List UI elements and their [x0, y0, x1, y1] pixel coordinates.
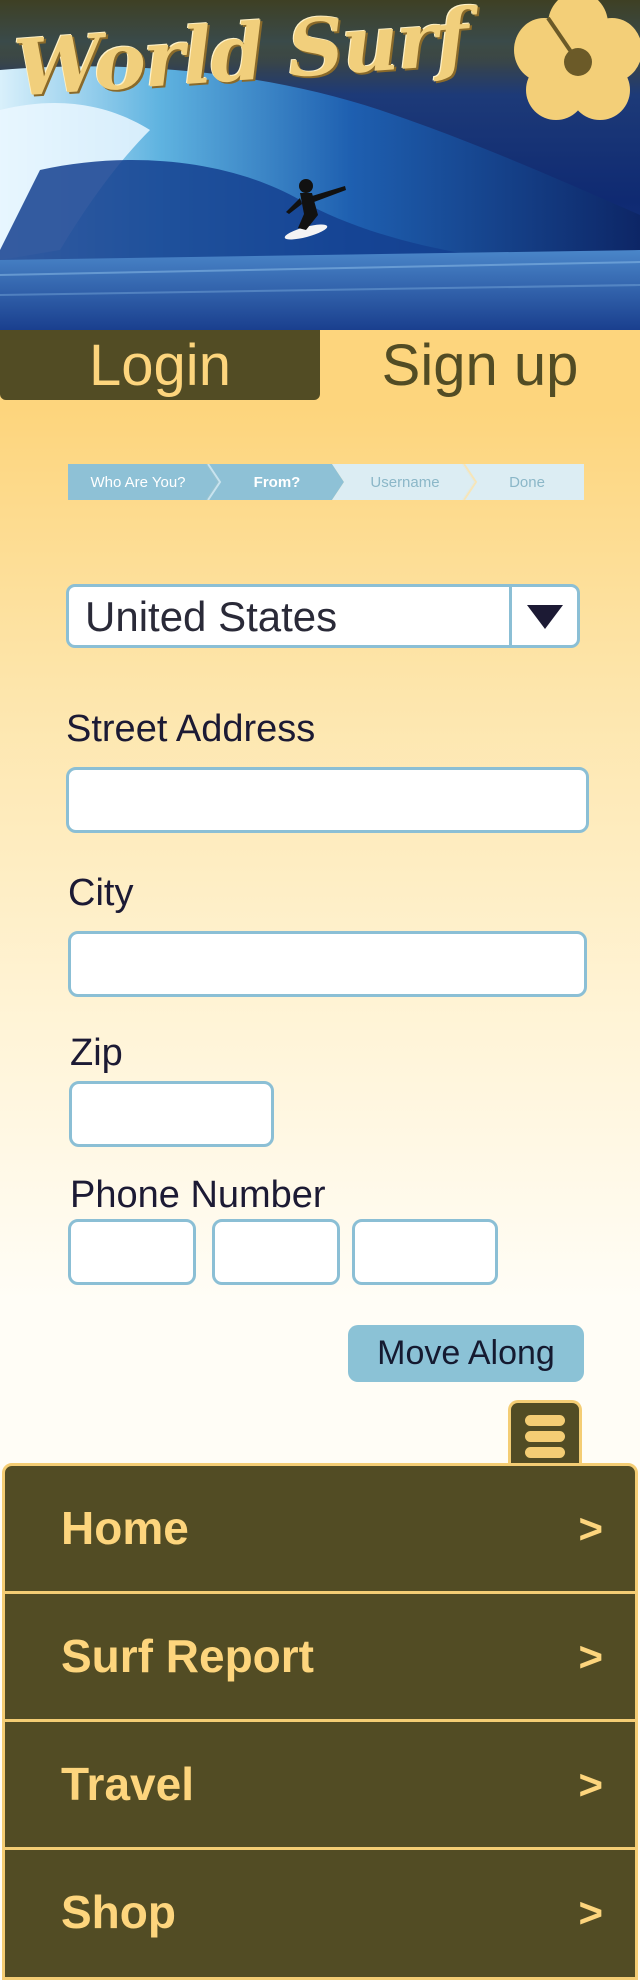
chevron-right-icon: > [578, 1633, 603, 1680]
triangle-down-icon[interactable] [527, 605, 563, 629]
tab-login[interactable]: Login [0, 330, 320, 400]
phone-area-code-input[interactable] [68, 1219, 196, 1285]
select-divider [509, 587, 512, 645]
tab-signup[interactable]: Sign up [320, 330, 640, 400]
step-done: Done [509, 473, 545, 491]
hibiscus-icon [514, 0, 640, 120]
city-input[interactable] [68, 931, 587, 997]
nav-item-label: Shop [61, 1886, 176, 1938]
chevron-right-icon: > [578, 1505, 603, 1552]
main-nav: Home > Surf Report > Travel > Shop > [2, 1463, 638, 1980]
hamburger-bar [525, 1431, 565, 1442]
street-address-label: Street Address [66, 708, 316, 750]
nav-item-travel[interactable]: Travel > [5, 1722, 635, 1847]
step-username: Username [370, 473, 440, 491]
nav-item-label: Surf Report [61, 1630, 314, 1682]
street-address-input[interactable] [66, 767, 589, 833]
phone-line-input[interactable] [352, 1219, 498, 1285]
nav-item-label: Travel [61, 1758, 194, 1810]
hero-banner: World Surf [0, 0, 640, 330]
zip-input[interactable] [69, 1081, 274, 1147]
zip-label: Zip [70, 1032, 123, 1074]
nav-item-surf-report[interactable]: Surf Report > [5, 1594, 635, 1719]
step-who-are-you: Who Are You? [90, 473, 186, 491]
move-along-button[interactable]: Move Along [348, 1325, 584, 1382]
country-select[interactable]: United States [66, 584, 580, 648]
chevron-right-icon: > [578, 1761, 603, 1808]
signup-progress: Who Are You? From? Username Done [68, 464, 584, 500]
nav-item-label: Home [61, 1502, 189, 1554]
hamburger-icon[interactable] [508, 1400, 582, 1466]
country-select-value: United States [85, 593, 338, 640]
hamburger-bar [525, 1415, 565, 1426]
chevron-right-icon: > [578, 1889, 603, 1936]
step-from: From? [253, 473, 301, 491]
nav-item-shop[interactable]: Shop > [5, 1850, 635, 1975]
phone-prefix-input[interactable] [212, 1219, 340, 1285]
city-label: City [68, 872, 134, 914]
hamburger-bar [525, 1447, 565, 1458]
phone-number-label: Phone Number [70, 1174, 326, 1216]
nav-item-home[interactable]: Home > [5, 1466, 635, 1591]
